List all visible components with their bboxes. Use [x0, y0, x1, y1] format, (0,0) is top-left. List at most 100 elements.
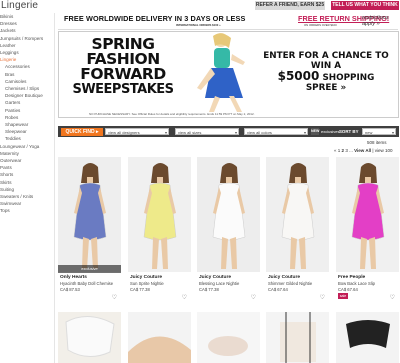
product-brand[interactable]: Juicy Couture — [199, 275, 231, 280]
exclusives-filter-link[interactable]: exclusives — [321, 128, 339, 135]
sidebar-item[interactable]: Robes — [0, 114, 54, 121]
pager-next[interactable]: 3 ... — [345, 148, 353, 153]
sweepstakes-banner[interactable]: SPRING FASHION FORWARD SWEEPSTAKES ENTER… — [58, 31, 399, 118]
refer-friend-button[interactable]: REFER A FRIEND, EARN $25 — [255, 1, 325, 10]
sweepstakes-title: SPRING FASHION FORWARD SWEEPSTAKES — [65, 36, 181, 97]
sidebar-item[interactable]: Chemises / Slips — [0, 85, 54, 92]
designer-select[interactable]: view all designers — [105, 128, 169, 136]
sidebar-item[interactable]: Maternity — [0, 150, 54, 157]
product-image[interactable] — [336, 157, 399, 272]
product-price: CA$ 87.53 — [60, 287, 80, 292]
category-sidebar: Bikinis Dresses Jackets Jumpsuits / Rompers… — [0, 13, 55, 363]
sidebar-item[interactable]: Lingerie — [0, 56, 54, 63]
promo-cta-line: $5000 SHOPPING SPREE » — [261, 69, 391, 93]
product-row-2 — [58, 312, 399, 363]
sidebar-item[interactable]: Tops — [0, 207, 54, 214]
sidebar-item[interactable]: Teddies — [0, 135, 54, 142]
product-price: CA$ 67.64 — [338, 287, 358, 292]
product-brand[interactable]: Free People — [338, 275, 365, 280]
new-filter-button[interactable]: NEW — [311, 128, 319, 135]
product-card[interactable]: Juicy Couture Sun Sprite Nightie CA$ 77.38… — [128, 157, 191, 307]
sidebar-item[interactable]: Sweaters / Knits — [0, 193, 54, 200]
sidebar-item[interactable]: Bras — [0, 71, 54, 78]
quick-find-button[interactable]: QUICK FIND ▸ — [61, 127, 103, 136]
sidebar-item[interactable]: Leggings — [0, 49, 54, 56]
product-thumbnail[interactable] — [336, 312, 399, 363]
sidebar-item[interactable]: Shorts — [0, 171, 54, 178]
promo-line: FORWARD — [80, 65, 166, 83]
product-card[interactable]: exclusive Only Hearts Hyacinth Baby Doll C… — [58, 157, 121, 307]
sidebar-item[interactable]: Skirts — [0, 179, 54, 186]
product-name[interactable]: Blessing Lace Nightie — [199, 281, 239, 286]
delivery-headline: FREE WORLDWIDE DELIVERY IN 3 DAYS OR LES… — [64, 14, 246, 23]
product-card[interactable]: Free People Bow Back Lace Slip CA$ 67.64 sa… — [336, 157, 399, 307]
delivery-subtext: INTERNATIONAL ORDERS $100 + — [176, 23, 221, 27]
sidebar-item[interactable]: Loungewear / Yoga — [0, 143, 54, 150]
sidebar-item[interactable]: Shapewear — [0, 121, 54, 128]
sidebar-item[interactable]: Camisoles — [0, 78, 54, 85]
product-image[interactable] — [58, 157, 121, 272]
sidebar-item[interactable]: Jumpsuits / Rompers — [0, 35, 54, 42]
sidebar-item[interactable]: Accessories — [0, 63, 54, 70]
sidebar-item[interactable]: Jackets — [0, 27, 54, 34]
filter-bar: QUICK FIND ▸ view all designers view all… — [58, 126, 399, 137]
color-select[interactable]: view all colors — [244, 128, 308, 136]
product-brand[interactable]: Only Hearts — [60, 275, 87, 280]
heart-icon[interactable]: ♡ — [112, 294, 117, 301]
heart-icon[interactable]: ♡ — [251, 294, 256, 301]
product-brand[interactable]: Juicy Couture — [130, 275, 162, 280]
product-image[interactable] — [266, 157, 329, 272]
view-all-link[interactable]: View All — [354, 148, 371, 153]
sidebar-item[interactable]: Panties — [0, 107, 54, 114]
promo-line: SWEEPSTAKES — [72, 82, 174, 97]
product-name[interactable]: Sun Sprite Nightie — [130, 281, 164, 286]
sidebar-item[interactable]: Swimwear — [0, 200, 54, 207]
restrictions-link[interactable]: restrictions apply » — [362, 15, 398, 27]
pager-prev[interactable]: « 1 — [334, 148, 340, 153]
size-select[interactable]: view all sizes — [175, 128, 239, 136]
pager-current[interactable]: 2 — [342, 148, 345, 153]
product-card[interactable]: Juicy Couture Blessing Lace Nightie CA$ 77… — [197, 157, 260, 307]
product-image[interactable] — [128, 157, 191, 272]
sort-select[interactable]: new — [362, 128, 396, 136]
view-100-link[interactable]: | view 100 — [372, 148, 392, 153]
results-count: 508 items — [367, 140, 387, 145]
sale-badge: sale — [338, 293, 348, 299]
sidebar-item[interactable]: Garters — [0, 99, 54, 106]
product-thumbnail[interactable] — [58, 312, 121, 363]
sidebar-item[interactable]: Pants — [0, 164, 54, 171]
product-brand[interactable]: Juicy Couture — [268, 275, 300, 280]
heart-icon[interactable]: ♡ — [320, 294, 325, 301]
sidebar-item[interactable]: Outerwear — [0, 157, 54, 164]
product-price: CA$ 77.38 — [199, 287, 219, 292]
sweepstakes-cta[interactable]: ENTER FOR A CHANCE TO WIN A $5000 SHOPPI… — [261, 51, 391, 93]
exclusive-label: exclusive — [58, 265, 121, 273]
product-name[interactable]: Bow Back Lace Slip — [338, 281, 375, 286]
product-card[interactable]: Juicy Couture Shimmer Gilded Nightie CA$ 6… — [266, 157, 329, 307]
product-price: CA$ 67.64 — [268, 287, 288, 292]
pagination: « 1 2 3 ... View All | view 100 — [334, 148, 393, 153]
sidebar-item[interactable]: Suiting — [0, 186, 54, 193]
feedback-button[interactable]: TELL US WHAT YOU THINK — [331, 1, 399, 10]
product-thumbnail[interactable] — [128, 312, 191, 363]
sidebar-item[interactable]: Leather — [0, 42, 54, 49]
sort-label: SORT BY — [339, 129, 359, 134]
category-title: Lingerie — [1, 0, 39, 11]
product-thumbnail[interactable] — [197, 312, 260, 363]
heart-icon[interactable]: ♡ — [390, 294, 395, 301]
top-bar: Lingerie REFER A FRIEND, EARN $25 TELL U… — [0, 0, 400, 11]
sidebar-item[interactable]: Designer Boutique — [0, 92, 54, 99]
product-name[interactable]: Hyacinth Baby Doll Chemise — [60, 281, 113, 286]
heart-icon[interactable]: ♡ — [182, 294, 187, 301]
product-name[interactable]: Shimmer Gilded Nightie — [268, 281, 312, 286]
sidebar-item[interactable]: Bikinis — [0, 13, 54, 20]
product-image[interactable] — [197, 157, 260, 272]
delivery-banner[interactable]: FREE WORLDWIDE DELIVERY IN 3 DAYS OR LES… — [58, 12, 398, 30]
sidebar-item[interactable]: Sleepwear — [0, 128, 54, 135]
prize-amount: $5000 — [277, 69, 320, 83]
promo-cta-line: ENTER FOR A CHANCE TO WIN A — [263, 51, 389, 71]
sidebar-item[interactable]: Dresses — [0, 20, 54, 27]
product-thumbnail[interactable] — [266, 312, 329, 363]
promo-fineprint: NO PURCHASE NECESSARY. See Official Rule… — [89, 112, 255, 116]
return-subtext: ON ORDERS OVER $100 — [304, 23, 337, 27]
